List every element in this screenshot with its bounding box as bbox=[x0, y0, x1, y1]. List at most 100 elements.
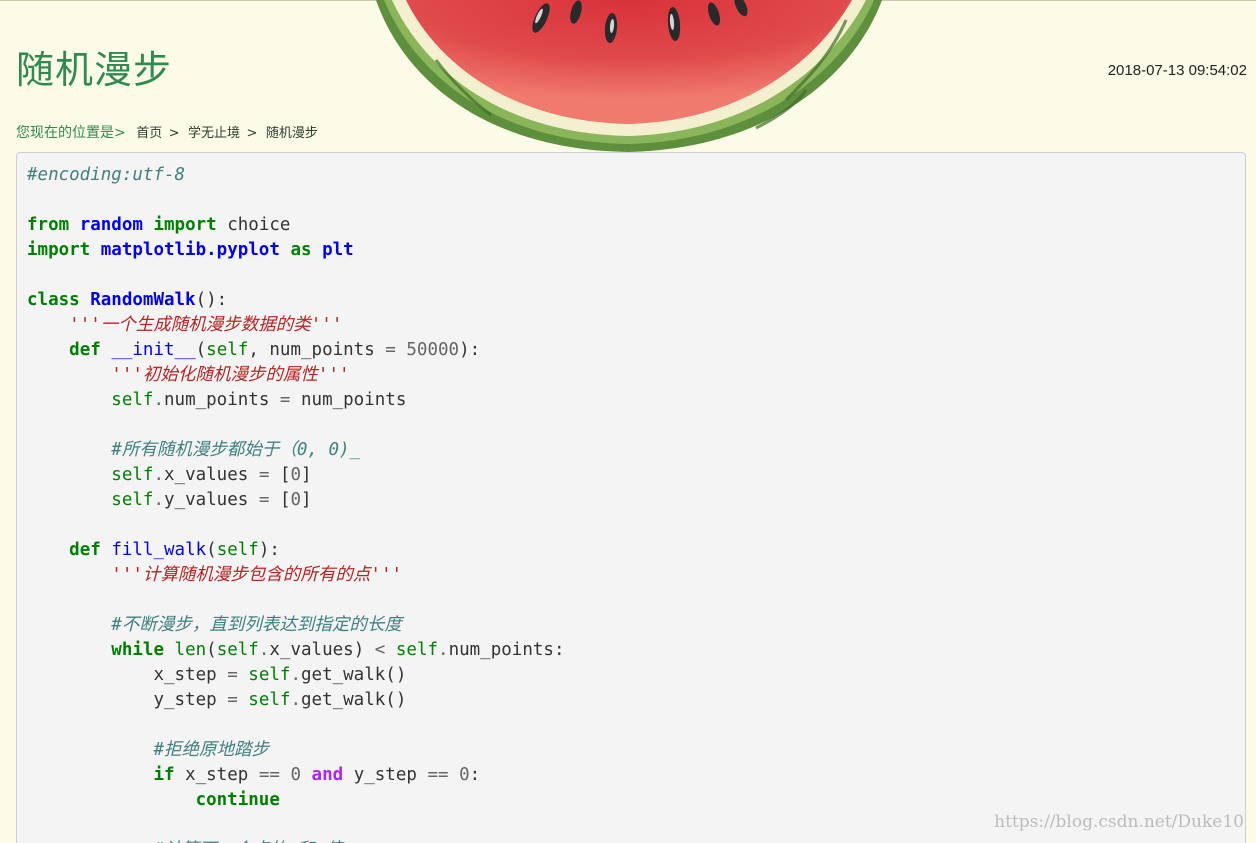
code-token: , bbox=[248, 340, 270, 360]
code-token: self bbox=[206, 340, 249, 360]
code-token: plt bbox=[322, 240, 354, 260]
code-token: import bbox=[27, 240, 91, 260]
code-line: '''初始化随机漫步的属性''' bbox=[27, 363, 1245, 388]
code-token: #encoding:utf-8 bbox=[27, 165, 186, 185]
code-line: if x_step == 0 and y_step == 0: bbox=[27, 763, 1245, 788]
code-token: __init__ bbox=[111, 340, 196, 360]
code-token: self bbox=[216, 640, 259, 660]
code-token: get_walk bbox=[301, 690, 386, 710]
code-line: #encoding:utf-8 bbox=[27, 163, 1245, 188]
code-line: def fill_walk(self): bbox=[27, 538, 1245, 563]
code-token: #不断漫步，直到列表达到指定的长度 bbox=[111, 615, 402, 635]
code-token: num_points bbox=[448, 640, 554, 660]
code-line: self.num_points = num_points bbox=[27, 388, 1245, 413]
code-token: : bbox=[469, 765, 481, 785]
code-token: () bbox=[385, 690, 407, 710]
code-token: choice bbox=[227, 215, 291, 235]
breadcrumb-link-category[interactable]: 学无止境 bbox=[188, 126, 240, 141]
code-token: . bbox=[153, 390, 164, 410]
breadcrumb-link-home[interactable]: 首页 bbox=[136, 126, 162, 141]
code-token: ): bbox=[459, 340, 481, 360]
code-token: class bbox=[27, 290, 80, 310]
code-line: #不断漫步，直到列表达到指定的长度 bbox=[27, 613, 1245, 638]
code-line: '''计算随机漫步包含的所有的点''' bbox=[27, 563, 1245, 588]
code-token: self bbox=[111, 465, 154, 485]
code-token: () bbox=[385, 665, 407, 685]
code-token: y_step bbox=[353, 765, 417, 785]
code-line: self.y_values = [0] bbox=[27, 488, 1245, 513]
code-token: random bbox=[79, 215, 143, 235]
code-token: num_points bbox=[164, 390, 270, 410]
code-token: y_values bbox=[164, 490, 249, 510]
code-line: y_step = self.get_walk() bbox=[27, 688, 1245, 713]
code-token: 50000 bbox=[406, 340, 460, 360]
code-token: = bbox=[258, 490, 270, 510]
code-token: import bbox=[153, 215, 217, 235]
code-token: self bbox=[111, 490, 154, 510]
code-token: #拒绝原地踏步 bbox=[153, 740, 269, 760]
code-token: ( bbox=[206, 540, 217, 560]
code-token: 0 bbox=[290, 490, 302, 510]
code-token: while bbox=[111, 640, 164, 660]
code-token: . bbox=[438, 640, 449, 660]
code-token: '''一个生成随机漫步数据的类''' bbox=[69, 315, 343, 335]
code-token: (): bbox=[195, 290, 228, 310]
breadcrumb: 您现在的位置是> 首页 > 学无止境 > 随机漫步 bbox=[16, 122, 318, 142]
code-token: get_walk bbox=[301, 665, 386, 685]
code-token: < bbox=[374, 640, 386, 660]
code-token: y_step bbox=[153, 690, 217, 710]
code-line: while len(self.x_values) < self.num_poin… bbox=[27, 638, 1245, 663]
post-date: 2018-07-13 09:54:02 bbox=[1107, 62, 1247, 79]
code-line: from random import choice bbox=[27, 213, 1245, 238]
code-token: = bbox=[227, 690, 238, 710]
code-token: num_points bbox=[301, 390, 407, 410]
code-token: as bbox=[290, 240, 312, 260]
code-token: x_values bbox=[269, 640, 354, 660]
code-token: x_step bbox=[185, 765, 249, 785]
breadcrumb-link-current[interactable]: 随机漫步 bbox=[266, 126, 318, 141]
code-token: self bbox=[395, 640, 439, 660]
code-token: self bbox=[216, 540, 259, 560]
code-token: fill_walk bbox=[111, 540, 207, 560]
code-token: ] bbox=[301, 465, 312, 485]
code-line: def __init__(self, num_points = 50000): bbox=[27, 338, 1245, 363]
code-line: class RandomWalk(): bbox=[27, 288, 1245, 313]
code-token: : bbox=[553, 640, 565, 660]
code-token: 0 bbox=[290, 765, 301, 785]
code-token: [ bbox=[279, 465, 291, 485]
code-token: . bbox=[258, 640, 270, 660]
code-line: '''一个生成随机漫步数据的类''' bbox=[27, 313, 1245, 338]
code-token: 0 bbox=[290, 465, 302, 485]
code-token: self bbox=[248, 690, 291, 710]
code-token: . bbox=[153, 465, 164, 485]
code-line: x_step = self.get_walk() bbox=[27, 663, 1245, 688]
code-token: '''计算随机漫步包含的所有的点''' bbox=[111, 565, 403, 585]
